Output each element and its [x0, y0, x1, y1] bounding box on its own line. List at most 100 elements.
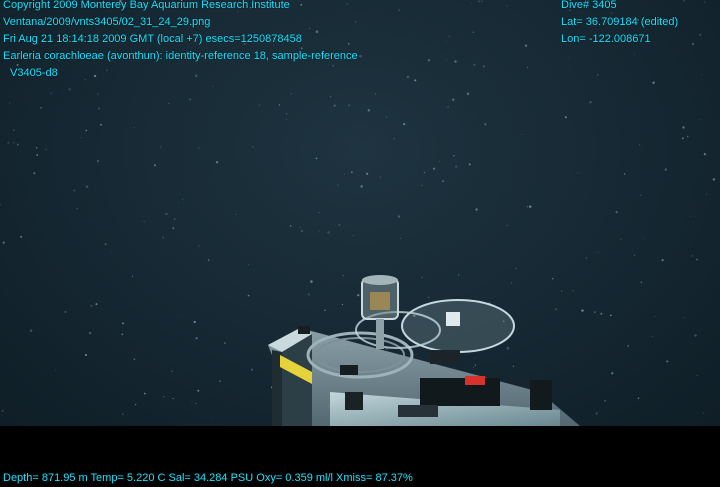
particle: [581, 309, 584, 312]
particle: [481, 0, 483, 2]
particle: [448, 35, 451, 38]
particle: [337, 184, 339, 186]
particle: [198, 147, 200, 149]
particle: [639, 194, 642, 197]
particle: [131, 275, 134, 277]
particle: [13, 142, 15, 144]
particle: [597, 251, 599, 253]
particle: [165, 212, 168, 216]
particle: [699, 119, 701, 121]
particle: [627, 345, 629, 347]
particle: [400, 237, 402, 239]
particle: [195, 402, 197, 405]
particle: [247, 294, 250, 297]
particle: [329, 96, 332, 98]
particle: [643, 238, 645, 240]
particle: [68, 88, 71, 91]
particle: [35, 147, 38, 149]
particle: [681, 137, 684, 140]
particle: [561, 290, 563, 292]
particle: [177, 316, 179, 318]
particle: [299, 226, 301, 229]
particle: [168, 102, 170, 105]
particle: [615, 210, 618, 214]
particle: [352, 235, 354, 236]
telemetry-text: Depth= 871.95 m Temp= 5.220 C Sal= 34.28…: [3, 472, 413, 484]
particle: [633, 254, 635, 256]
particle: [160, 146, 162, 148]
particle: [691, 255, 694, 257]
overlay-right-block: Dive# 3405 Lat= 36.709184 (edited) Lon= …: [561, 0, 678, 48]
particle: [133, 358, 136, 361]
particle: [318, 212, 320, 214]
particle: [172, 397, 174, 400]
particle: [374, 93, 376, 95]
particle: [526, 206, 528, 208]
particle: [447, 106, 449, 108]
particle: [143, 392, 146, 395]
copyright-text: Copyright 2009 Monterey Bay Aquarium Res…: [3, 0, 290, 11]
particle: [589, 100, 592, 104]
particle: [620, 238, 622, 240]
particle: [55, 369, 57, 371]
particle: [88, 331, 92, 335]
particle: [455, 165, 458, 168]
particle: [307, 293, 310, 296]
particle: [475, 208, 478, 211]
particle: [686, 135, 689, 138]
particle: [473, 63, 476, 66]
particle: [133, 127, 135, 129]
particle: [472, 31, 475, 34]
particle: [666, 360, 669, 363]
particle: [29, 329, 33, 332]
particle: [343, 173, 345, 175]
particle: [134, 403, 137, 406]
particle: [50, 92, 52, 94]
particle: [506, 5, 508, 7]
particle: [36, 154, 39, 156]
particle: [470, 2, 472, 4]
particle: [623, 173, 626, 175]
particle: [640, 281, 643, 283]
particle: [577, 172, 579, 174]
particle: [367, 109, 370, 112]
particle: [427, 296, 430, 299]
particle: [360, 185, 363, 188]
particle: [683, 0, 685, 2]
particle: [611, 372, 614, 375]
particle: [699, 33, 702, 36]
particle: [398, 9, 400, 11]
particle: [197, 389, 200, 392]
dive-number-text: Dive# 3405: [561, 0, 617, 11]
particle: [445, 41, 447, 43]
particle: [121, 322, 125, 325]
particle: [250, 368, 254, 371]
particle: [433, 167, 436, 170]
particle: [357, 294, 360, 297]
particle: [421, 184, 423, 186]
particle: [235, 213, 237, 215]
particle: [324, 309, 326, 311]
particle: [0, 203, 1, 206]
particle: [289, 225, 292, 227]
particle: [178, 202, 179, 204]
particle: [683, 317, 685, 319]
particle: [696, 258, 698, 261]
particle: [595, 412, 598, 415]
particle: [379, 176, 381, 178]
particle: [172, 227, 175, 230]
particle: [162, 236, 165, 239]
particle: [393, 138, 395, 140]
particle: [442, 180, 444, 183]
particle: [9, 102, 11, 104]
particle: [333, 104, 336, 107]
particle: [189, 98, 192, 101]
particle: [484, 123, 487, 126]
particle: [600, 312, 603, 315]
particle: [7, 141, 10, 144]
particle: [661, 258, 664, 262]
particle: [690, 215, 692, 217]
particle: [143, 220, 145, 223]
particle: [604, 399, 606, 402]
particle: [121, 333, 124, 336]
